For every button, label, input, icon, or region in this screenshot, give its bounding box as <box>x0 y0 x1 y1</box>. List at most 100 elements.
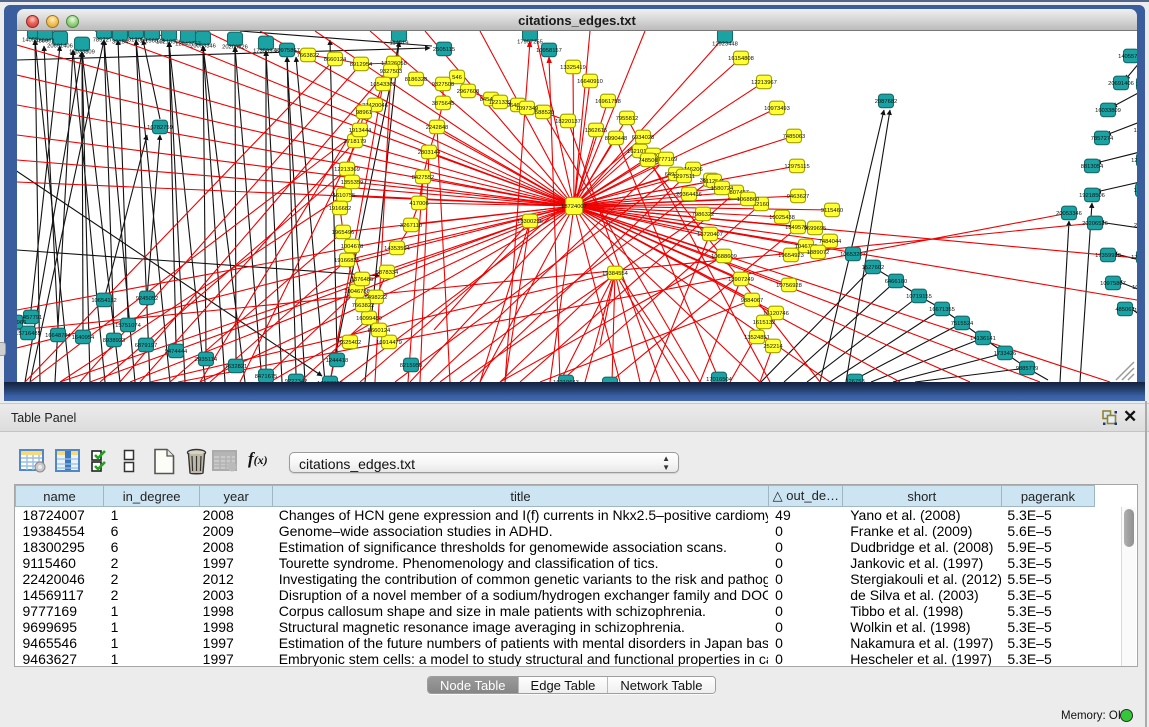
svg-text:1580724: 1580724 <box>711 186 734 192</box>
svg-text:7955812: 7955812 <box>616 116 639 122</box>
svg-text:10973493: 10973493 <box>764 106 790 112</box>
svg-text:7663822: 7663822 <box>352 303 375 309</box>
svg-text:1244418: 1244418 <box>326 358 349 364</box>
svg-text:252214: 252214 <box>763 344 783 350</box>
svg-text:39154: 39154 <box>112 40 129 46</box>
svg-text:1965496: 1965496 <box>332 230 355 236</box>
svg-text:9245052: 9245052 <box>136 296 159 302</box>
svg-text:10958157: 10958157 <box>536 48 562 54</box>
svg-text:9329966: 9329966 <box>17 320 26 326</box>
svg-text:9474444: 9474444 <box>165 349 188 355</box>
svg-text:9699695: 9699695 <box>804 226 827 232</box>
svg-text:20691406: 20691406 <box>1108 81 1134 87</box>
svg-text:8427552: 8427552 <box>412 175 435 181</box>
svg-text:16640910: 16640910 <box>577 79 603 85</box>
svg-text:13325419: 13325419 <box>560 65 586 71</box>
svg-text:8186328: 8186328 <box>405 77 428 83</box>
svg-text:20053346: 20053346 <box>1056 211 1082 217</box>
svg-text:114519: 114519 <box>1134 188 1137 194</box>
svg-text:8938923: 8938923 <box>103 338 126 344</box>
svg-text:1297511: 1297511 <box>673 174 695 180</box>
svg-text:5878334: 5878334 <box>376 270 399 276</box>
svg-text:1097349: 1097349 <box>516 106 539 112</box>
svg-text:14055724: 14055724 <box>1118 54 1137 60</box>
svg-text:1615132: 1615132 <box>753 320 776 326</box>
svg-text:1733426: 1733426 <box>994 351 1017 357</box>
svg-text:3875645: 3875645 <box>432 101 455 107</box>
svg-text:12942757: 12942757 <box>175 42 201 48</box>
svg-text:7515524: 7515524 <box>951 321 974 327</box>
svg-text:19384554: 19384554 <box>602 271 629 277</box>
svg-text:9463627: 9463627 <box>787 194 810 200</box>
svg-text:1355359: 1355359 <box>341 180 364 186</box>
svg-text:8215958: 8215958 <box>400 363 423 369</box>
svg-text:8660124: 8660124 <box>324 57 347 63</box>
svg-text:19218506: 19218506 <box>1079 193 1105 199</box>
svg-text:2803144: 2803144 <box>418 150 441 156</box>
svg-text:16154808: 16154808 <box>728 56 754 62</box>
svg-text:9327508: 9327508 <box>432 82 455 88</box>
svg-text:9777169: 9777169 <box>655 157 678 163</box>
svg-text:2967608: 2967608 <box>457 89 480 95</box>
svg-text:546: 546 <box>452 75 462 81</box>
svg-text:15751074: 15751074 <box>115 323 142 329</box>
svg-text:10958157: 10958157 <box>1132 285 1137 291</box>
svg-text:9327503: 9327503 <box>380 69 403 75</box>
svg-text:7485063: 7485063 <box>783 134 806 140</box>
svg-text:3267110: 3267110 <box>400 223 422 229</box>
svg-text:20206526: 20206526 <box>222 45 248 51</box>
svg-text:2718179: 2718179 <box>344 139 367 145</box>
svg-text:20206526: 20206526 <box>1082 221 1108 227</box>
svg-text:7857274: 7857274 <box>1091 136 1114 142</box>
svg-text:1362615: 1362615 <box>585 128 608 134</box>
svg-text:18220137: 18220137 <box>555 119 581 125</box>
svg-text:15720407: 15720407 <box>697 232 723 238</box>
svg-text:2505115: 2505115 <box>433 47 455 53</box>
svg-text:19166825: 19166825 <box>334 258 360 264</box>
svg-text:20364436: 20364436 <box>676 192 702 198</box>
svg-text:485061: 485061 <box>35 39 54 45</box>
svg-text:1221339: 1221339 <box>489 100 512 106</box>
svg-text:2242848: 2242848 <box>426 125 449 131</box>
svg-text:114519: 114519 <box>390 41 409 47</box>
svg-text:7484044: 7484044 <box>819 239 842 245</box>
svg-text:19654923: 19654923 <box>778 253 804 259</box>
svg-text:6879197: 6879197 <box>135 343 158 349</box>
svg-text:16782759: 16782759 <box>147 125 173 131</box>
svg-text:16543362: 16543362 <box>370 82 396 88</box>
svg-text:1610755: 1610755 <box>333 193 356 199</box>
svg-text:17957255: 17957255 <box>517 40 543 46</box>
svg-text:2935114: 2935114 <box>195 357 218 363</box>
svg-text:98961: 98961 <box>356 110 372 116</box>
svg-text:39154: 39154 <box>1136 82 1137 88</box>
svg-text:8813054: 8813054 <box>1081 164 1104 170</box>
svg-text:9115460: 9115460 <box>821 208 843 214</box>
svg-text:12923448: 12923448 <box>712 42 738 48</box>
svg-text:10653267: 10653267 <box>840 252 866 258</box>
svg-text:11156829: 11156829 <box>1134 128 1137 134</box>
svg-text:10975867: 10975867 <box>1100 281 1126 287</box>
svg-text:18907249: 18907249 <box>728 277 754 283</box>
svg-text:8990448: 8990448 <box>605 136 628 142</box>
svg-text:14136141: 14136141 <box>970 336 996 342</box>
svg-text:1068860: 1068860 <box>737 197 760 203</box>
svg-text:16099489: 16099489 <box>356 316 382 322</box>
svg-text:485061: 485061 <box>1115 307 1134 313</box>
svg-text:1889072: 1889072 <box>807 250 830 256</box>
svg-text:10756928: 10756928 <box>776 283 802 289</box>
svg-text:10025438: 10025438 <box>769 215 795 221</box>
svg-text:11156829: 11156829 <box>140 39 165 45</box>
svg-text:15716485: 15716485 <box>17 331 41 337</box>
svg-text:10654112: 10654112 <box>91 298 116 304</box>
svg-text:16648784: 16648784 <box>45 333 72 339</box>
svg-text:2505115: 2505115 <box>1134 223 1137 229</box>
svg-text:16033809: 16033809 <box>1095 108 1121 114</box>
svg-text:7632821: 7632821 <box>225 364 248 370</box>
svg-text:16914479: 16914479 <box>376 340 402 346</box>
svg-text:8912954: 8912954 <box>350 62 373 68</box>
svg-text:16033809: 16033809 <box>69 50 95 56</box>
svg-text:6466160: 6466160 <box>885 279 908 285</box>
svg-text:7625402: 7625402 <box>339 340 362 346</box>
svg-text:17957255: 17957255 <box>1131 255 1137 261</box>
svg-text:14353594: 14353594 <box>384 246 411 252</box>
